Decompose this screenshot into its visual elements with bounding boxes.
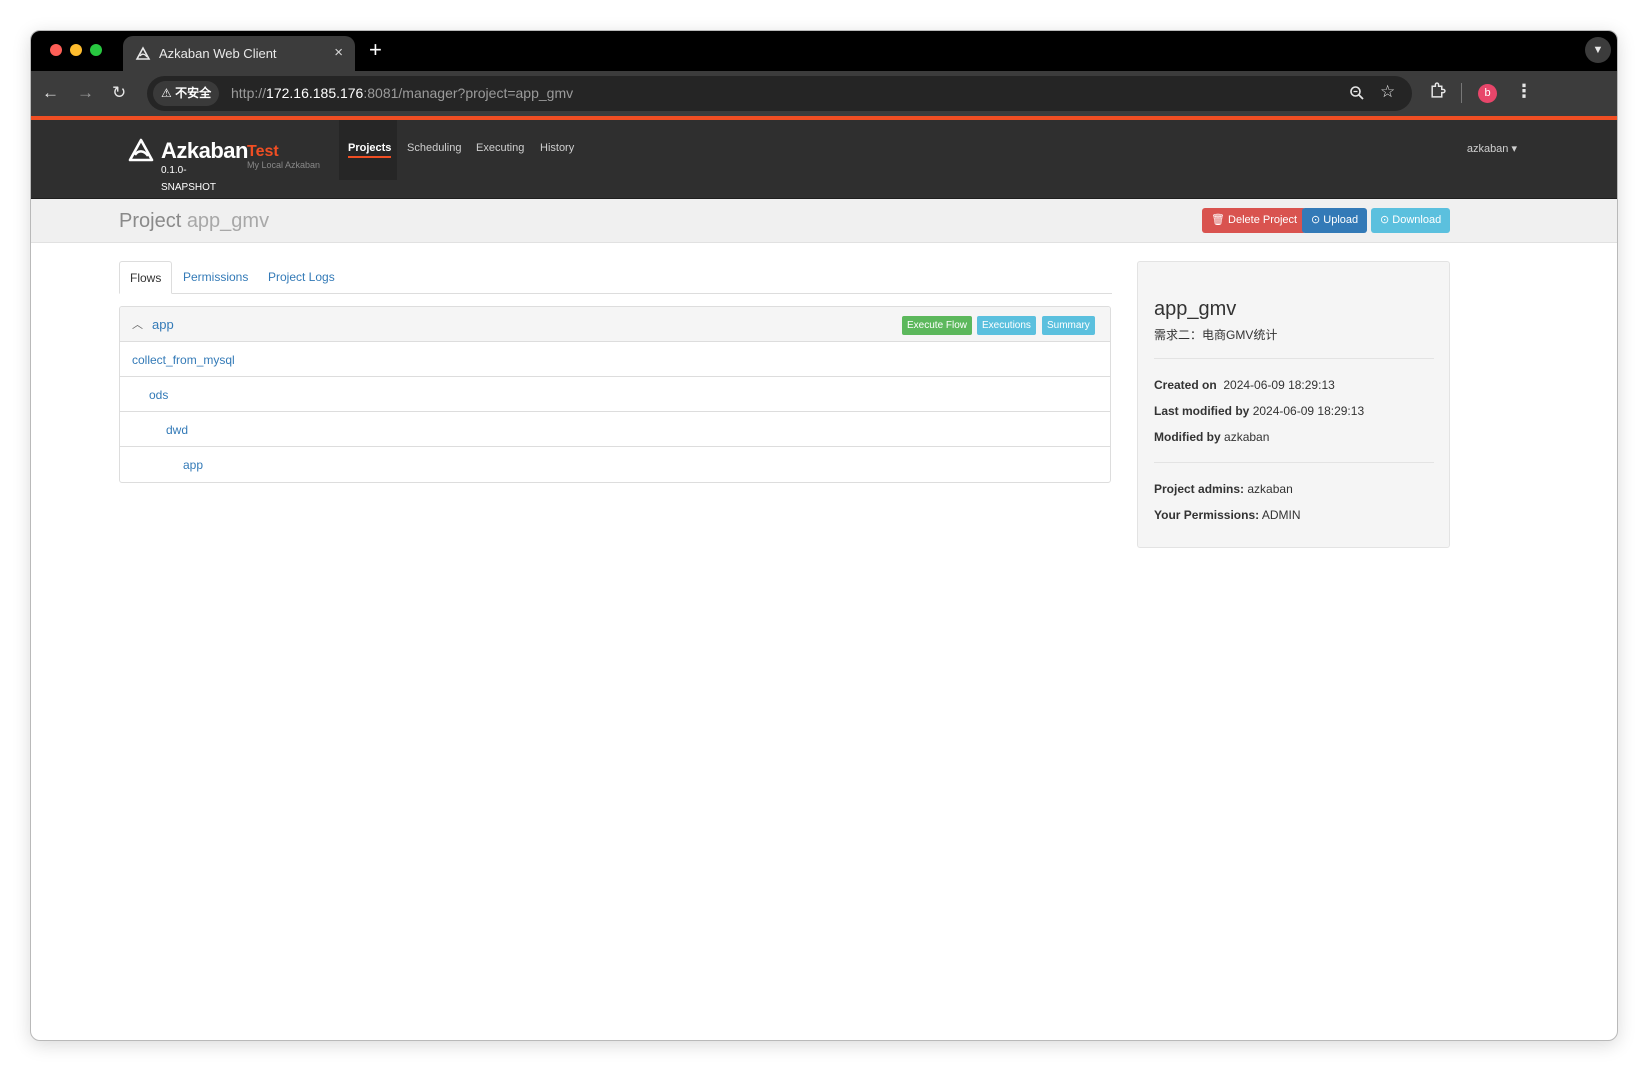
bookmark-star-icon[interactable]: ☆ <box>1380 82 1395 102</box>
user-menu[interactable]: azkaban ▾ <box>1467 142 1517 155</box>
azkaban-logo-icon[interactable] <box>127 136 155 164</box>
admins-label: Project admins: <box>1154 482 1245 496</box>
job-link[interactable]: app <box>183 458 203 472</box>
sidebar-project-name: app_gmv <box>1154 298 1237 320</box>
job-link[interactable]: collect_from_mysql <box>132 353 235 367</box>
extensions-puzzle-icon[interactable] <box>1429 82 1446 99</box>
created-label: Created on <box>1154 378 1217 392</box>
page-title: Project app_gmv <box>119 210 269 233</box>
job-row: collect_from_mysql <box>120 342 1110 377</box>
project-description: 需求二：电商GMV统计 <box>1154 328 1278 342</box>
divider <box>1154 358 1434 359</box>
url-path: :8081/manager?project=app_gmv <box>363 85 574 101</box>
nav-executing[interactable]: Executing <box>476 142 524 154</box>
project-info-sidebar: app_gmv 需求二：电商GMV统计 Created on 2024-06-0… <box>1137 261 1450 548</box>
flow-panel: ︿ app Execute Flow Executions Summary co… <box>119 306 1111 483</box>
brand-name[interactable]: Azkaban <box>161 138 248 164</box>
permissions-value: ADMIN <box>1261 508 1301 522</box>
job-row: app <box>120 447 1110 482</box>
environment-name: Test <box>247 143 279 160</box>
browser-tab[interactable]: Azkaban Web Client × <box>123 36 355 71</box>
delete-project-button[interactable]: 🗑 Delete Project <box>1202 208 1307 233</box>
url-host: 172.16.185.176 <box>266 85 364 101</box>
toolbar-separator <box>1461 83 1462 103</box>
zoom-icon[interactable] <box>1349 85 1365 101</box>
execute-flow-button[interactable]: Execute Flow <box>902 316 973 335</box>
created-value: 2024-06-09 18:29:13 <box>1223 378 1335 392</box>
divider <box>1154 462 1434 463</box>
url-text[interactable]: http://172.16.185.176:8081/manager?proje… <box>231 85 573 101</box>
modified-by-label: Modified by <box>1154 430 1221 444</box>
project-label: Project <box>119 210 182 232</box>
browser-toolbar: ← → ↻ ⚠ 不安全 http://172.16.185.176:8081/m… <box>31 71 1617 116</box>
more-menu-icon[interactable]: ⋮ <box>1515 81 1533 102</box>
url-scheme: http:// <box>231 85 267 101</box>
upload-button[interactable]: ⊙ Upload <box>1302 208 1368 233</box>
reload-icon[interactable]: ↻ <box>112 83 126 103</box>
nav-projects[interactable]: Projects <box>348 142 392 158</box>
nav-history[interactable]: History <box>540 142 574 154</box>
project-name: app_gmv <box>186 210 270 232</box>
modified-by: Modified by azkaban <box>1154 430 1269 444</box>
modified-label: Last modified by <box>1154 404 1250 418</box>
azkaban-navbar: Azkaban 0.1.0-SNAPSHOT Test My Local Azk… <box>31 116 1617 199</box>
nav-scheduling[interactable]: Scheduling <box>407 142 461 154</box>
job-link[interactable]: ods <box>149 388 168 402</box>
download-button[interactable]: ⊙ Download <box>1371 208 1451 233</box>
your-permissions: Your Permissions: ADMIN <box>1154 508 1300 522</box>
new-tab-button[interactable]: + <box>369 37 382 63</box>
flow-heading: ︿ app Execute Flow Executions Summary <box>120 307 1110 342</box>
job-row: ods <box>120 377 1110 412</box>
project-admins: Project admins: azkaban <box>1154 482 1293 496</box>
executions-button[interactable]: Executions <box>977 316 1036 335</box>
brand-version: 0.1.0-SNAPSHOT <box>161 165 217 193</box>
environment-description: My Local Azkaban <box>247 160 321 170</box>
permissions-label: Your Permissions: <box>1154 508 1260 522</box>
tab-strip: Azkaban Web Client × + ▼ <box>31 31 1617 71</box>
address-bar[interactable]: ⚠ 不安全 http://172.16.185.176:8081/manager… <box>147 76 1412 111</box>
tab-project-logs[interactable]: Project Logs <box>268 261 335 293</box>
back-arrow-icon[interactable]: ← <box>42 83 59 103</box>
created-on: Created on 2024-06-09 18:29:13 <box>1154 378 1335 392</box>
profile-avatar[interactable]: b <box>1478 84 1497 103</box>
minimize-window-button[interactable] <box>70 44 82 56</box>
last-modified: Last modified by 2024-06-09 18:29:13 <box>1154 404 1364 418</box>
modified-by-value: azkaban <box>1224 430 1270 444</box>
maximize-window-button[interactable] <box>90 44 102 56</box>
summary-button[interactable]: Summary <box>1042 316 1095 335</box>
job-link[interactable]: dwd <box>166 423 188 437</box>
security-warning-chip[interactable]: ⚠ 不安全 <box>153 81 220 106</box>
chevron-up-icon[interactable]: ︿ <box>132 316 143 332</box>
tab-close-icon[interactable]: × <box>334 44 343 61</box>
admins-value: azkaban <box>1247 482 1293 496</box>
forward-arrow-icon[interactable]: → <box>77 83 94 103</box>
tab-permissions[interactable]: Permissions <box>183 261 248 293</box>
tab-search-icon[interactable]: ▼ <box>1585 37 1611 63</box>
job-row: dwd <box>120 412 1110 447</box>
azkaban-favicon-icon <box>135 46 151 60</box>
project-tabs: Flows Permissions Project Logs <box>119 261 1112 294</box>
modified-value: 2024-06-09 18:29:13 <box>1252 404 1365 418</box>
project-header: Project app_gmv 🗑 Delete Project ⊙ Uploa… <box>31 199 1617 243</box>
tab-title: Azkaban Web Client <box>159 46 277 61</box>
browser-window: Azkaban Web Client × + ▼ ← → ↻ ⚠ 不安全 htt… <box>30 30 1618 1041</box>
close-window-button[interactable] <box>50 44 62 56</box>
flow-name-link[interactable]: app <box>152 317 174 332</box>
tab-flows[interactable]: Flows <box>119 261 173 294</box>
